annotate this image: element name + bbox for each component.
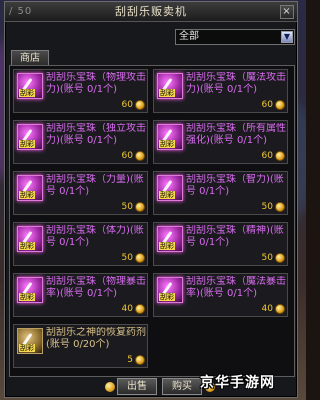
coin-icon bbox=[275, 304, 285, 314]
item-price: 60 bbox=[121, 100, 133, 110]
coin-icon bbox=[135, 100, 145, 110]
item-name: 刮刮乐宝珠（魔法暴击率)(账号 0/1个) bbox=[186, 276, 286, 299]
coin-icon bbox=[105, 382, 115, 392]
coin-icon bbox=[275, 100, 285, 110]
thumb-tag: 刮彩 bbox=[19, 89, 35, 97]
thumb-tag: 刮彩 bbox=[159, 89, 175, 97]
item-price: 40 bbox=[121, 304, 133, 314]
orb-icon: 刮彩 bbox=[157, 226, 183, 252]
sell-button[interactable]: 出售 bbox=[117, 378, 157, 395]
chevron-down-icon[interactable]: ▼ bbox=[281, 31, 293, 43]
item-name: 刮刮乐宝珠（魔法攻击力)(账号 0/1个) bbox=[186, 72, 286, 95]
shop-item[interactable]: 刮彩 刮刮乐宝珠（体力)(账号 0/1个) 50 bbox=[13, 222, 148, 266]
orb-icon: 刮彩 bbox=[157, 124, 183, 150]
thumb-tag: 刮彩 bbox=[159, 191, 175, 199]
shop-item[interactable]: 刮彩 刮刮乐宝珠（独立攻击力)(账号 0/1个) 60 bbox=[13, 120, 148, 164]
item-price: 50 bbox=[261, 253, 273, 263]
coin-icon bbox=[135, 304, 145, 314]
vending-machine-window: / 50 刮刮乐贩卖机 × 全部 ▼ 商店 刮彩 刮刮乐宝珠（物理攻击力)(账号 … bbox=[4, 1, 298, 398]
thumb-tag: 刮彩 bbox=[19, 242, 35, 250]
close-icon[interactable]: × bbox=[280, 5, 294, 19]
thumb-tag: 刮彩 bbox=[19, 140, 35, 148]
thumb-tag: 刮彩 bbox=[159, 242, 175, 250]
orb-icon: 刮彩 bbox=[17, 175, 43, 201]
shop-item[interactable]: 刮彩 刮刮乐宝珠（所有属性强化)(账号 0/1个) 60 bbox=[153, 120, 288, 164]
orb-icon: 刮彩 bbox=[157, 175, 183, 201]
orb-icon: 刮彩 bbox=[17, 73, 43, 99]
orb-icon: 刮彩 bbox=[157, 73, 183, 99]
coin-icon bbox=[275, 151, 285, 161]
item-counter: / 50 bbox=[9, 6, 33, 17]
window-title: 刮刮乐贩卖机 bbox=[115, 5, 187, 18]
coin-icon bbox=[275, 253, 285, 263]
shop-item[interactable]: 刮彩 刮刮乐宝珠（力量)(账号 0/1个) 50 bbox=[13, 171, 148, 215]
item-name: 刮刮乐宝珠（物理暴击率)(账号 0/1个) bbox=[46, 276, 146, 299]
coin-icon bbox=[135, 202, 145, 212]
item-price: 50 bbox=[261, 202, 273, 212]
watermark-text: 京华手游网 bbox=[200, 375, 275, 391]
orb-icon: 刮彩 bbox=[17, 277, 43, 303]
coin-icon bbox=[135, 355, 145, 365]
orb-icon: 刮彩 bbox=[17, 226, 43, 252]
item-list-panel: 刮彩 刮刮乐宝珠（物理攻击力)(账号 0/1个) 60 刮彩 刮刮乐宝珠（魔法攻击力)(… bbox=[9, 65, 295, 377]
thumb-tag: 刮彩 bbox=[159, 140, 175, 148]
item-price: 60 bbox=[261, 151, 273, 161]
item-name: 刮刮乐宝珠（力量)(账号 0/1个) bbox=[46, 174, 144, 197]
orb-icon: 刮彩 bbox=[17, 124, 43, 150]
item-name: 刮刮乐宝珠（精神)(账号 0/1个) bbox=[186, 225, 284, 248]
shop-item[interactable]: 刮彩 刮刮乐宝珠（物理暴击率)(账号 0/1个) 40 bbox=[13, 273, 148, 317]
item-price: 60 bbox=[261, 100, 273, 110]
shop-item[interactable]: 刮彩 刮刮乐宝珠（物理攻击力)(账号 0/1个) 60 bbox=[13, 69, 148, 113]
item-price: 40 bbox=[261, 304, 273, 314]
thumb-tag: 刮彩 bbox=[19, 293, 35, 301]
thumb-tag: 刮彩 bbox=[19, 191, 35, 199]
buy-button[interactable]: 购买 bbox=[162, 378, 202, 395]
item-name: 刮刮乐宝珠（体力)(账号 0/1个) bbox=[46, 225, 144, 248]
shop-item[interactable]: 刮彩 刮刮乐宝珠（精神)(账号 0/1个) 50 bbox=[153, 222, 288, 266]
item-price: 50 bbox=[121, 202, 133, 212]
item-name: 刮刮乐宝珠（所有属性强化)(账号 0/1个) bbox=[186, 123, 286, 146]
shop-item[interactable]: 刮彩 刮刮乐宝珠（魔法攻击力)(账号 0/1个) 60 bbox=[153, 69, 288, 113]
shop-item[interactable]: 刮彩 刮刮乐宝珠（智力)(账号 0/1个) 50 bbox=[153, 171, 288, 215]
coin-icon bbox=[135, 253, 145, 263]
coin-icon bbox=[275, 202, 285, 212]
item-name: 刮刮乐之神的恢复药剂(账号 0/20个) bbox=[46, 327, 146, 350]
category-filter-value: 全部 bbox=[179, 31, 199, 42]
category-filter-select[interactable]: 全部 ▼ bbox=[175, 29, 295, 45]
thumb-tag: 刮彩 bbox=[19, 344, 35, 352]
item-name: 刮刮乐宝珠（独立攻击力)(账号 0/1个) bbox=[46, 123, 146, 146]
shop-item[interactable]: 刮彩 刮刮乐之神的恢复药剂(账号 0/20个) 5 bbox=[13, 324, 148, 368]
item-price: 60 bbox=[121, 151, 133, 161]
item-name: 刮刮乐宝珠（物理攻击力)(账号 0/1个) bbox=[46, 72, 146, 95]
potion-icon: 刮彩 bbox=[17, 328, 43, 354]
item-price: 5 bbox=[127, 355, 133, 365]
window-titlebar[interactable]: / 50 刮刮乐贩卖机 × bbox=[5, 2, 297, 22]
thumb-tag: 刮彩 bbox=[159, 293, 175, 301]
coin-icon bbox=[135, 151, 145, 161]
item-price: 50 bbox=[121, 253, 133, 263]
game-screen: / 50 刮刮乐贩卖机 × 全部 ▼ 商店 刮彩 刮刮乐宝珠（物理攻击力)(账号 … bbox=[0, 0, 306, 400]
tab-shop[interactable]: 商店 bbox=[11, 50, 49, 66]
shop-item[interactable]: 刮彩 刮刮乐宝珠（魔法暴击率)(账号 0/1个) 40 bbox=[153, 273, 288, 317]
item-name: 刮刮乐宝珠（智力)(账号 0/1个) bbox=[186, 174, 284, 197]
orb-icon: 刮彩 bbox=[157, 277, 183, 303]
